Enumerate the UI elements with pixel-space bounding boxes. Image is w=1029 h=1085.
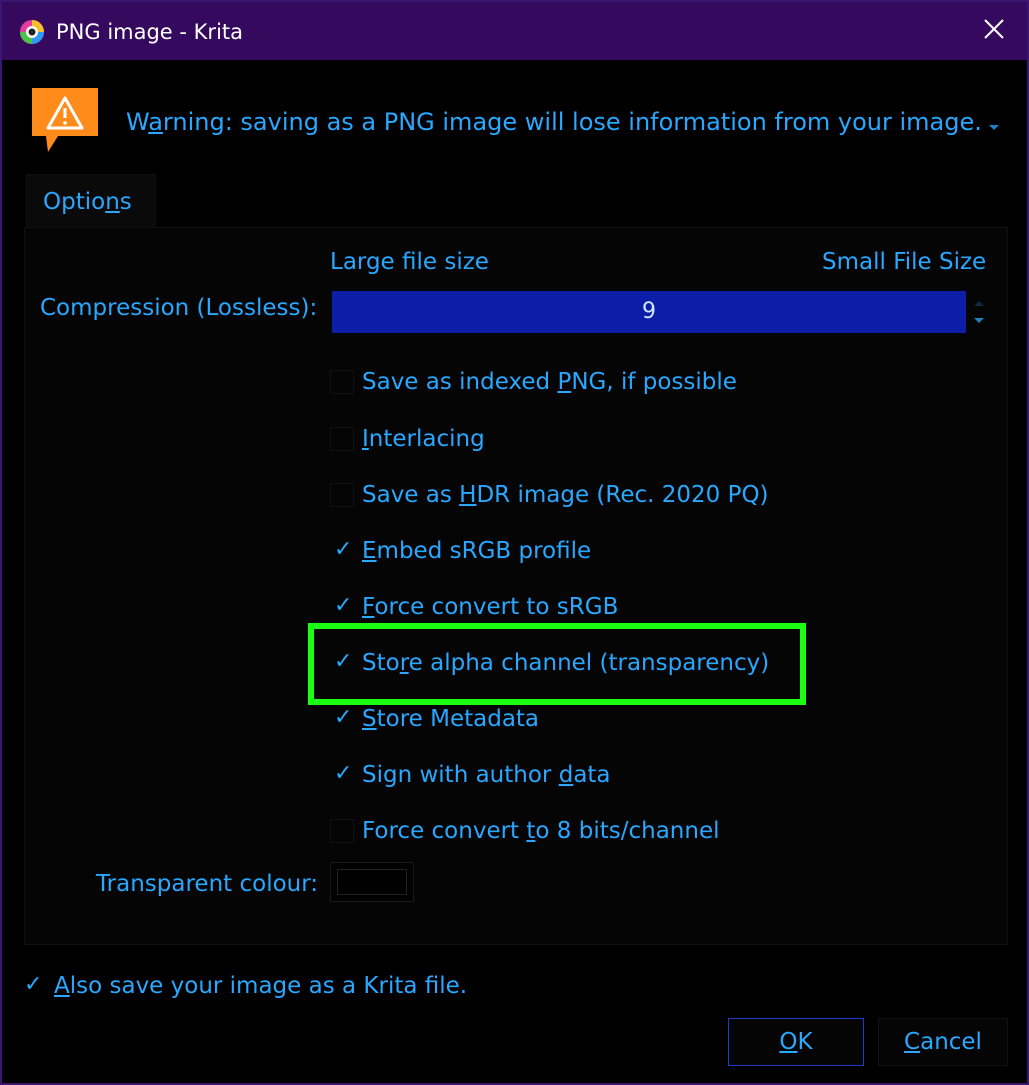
transparent-colour-button[interactable] bbox=[330, 862, 414, 902]
checkbox-label: Save as HDR image (Rec. 2020 PQ) bbox=[362, 482, 769, 508]
checkbox-label: Store Metadata bbox=[362, 706, 540, 732]
highlight-box bbox=[308, 623, 806, 705]
chevron-down-icon[interactable] bbox=[973, 317, 985, 325]
warning-icon bbox=[32, 88, 98, 152]
checkbox-label: Force convert to sRGB bbox=[362, 594, 619, 620]
krita-logo-icon bbox=[20, 20, 44, 44]
chevron-down-icon[interactable] bbox=[988, 124, 1000, 132]
checkbox-label: Interlacing bbox=[362, 426, 485, 452]
ok-button[interactable]: OK bbox=[728, 1018, 864, 1066]
colour-swatch bbox=[337, 869, 407, 895]
check-icon[interactable]: ✓ bbox=[334, 703, 352, 733]
large-file-size-label: Large file size bbox=[330, 249, 489, 275]
warning-message: Warning: saving as a PNG image will lose… bbox=[126, 108, 982, 136]
check-icon[interactable]: ✓ bbox=[334, 535, 352, 565]
checkbox-box[interactable] bbox=[330, 483, 354, 507]
check-icon[interactable]: ✓ bbox=[334, 759, 352, 789]
tab-options[interactable]: Options bbox=[26, 174, 156, 228]
compression-label: Compression (Lossless): bbox=[40, 295, 318, 321]
compression-stepper[interactable] bbox=[968, 291, 990, 333]
checkbox-box[interactable] bbox=[330, 370, 354, 394]
cancel-button[interactable]: Cancel bbox=[878, 1018, 1008, 1066]
check-icon[interactable]: ✓ bbox=[334, 591, 352, 621]
checkbox-label: Embed sRGB profile bbox=[362, 538, 592, 564]
checkbox-box[interactable] bbox=[330, 819, 354, 843]
transparent-colour-label: Transparent colour: bbox=[96, 871, 319, 897]
checkbox-label: Force convert to 8 bits/channel bbox=[362, 818, 720, 844]
tab-options-label: Options bbox=[43, 189, 132, 215]
title-bar: PNG image - Krita bbox=[2, 2, 1027, 60]
window-title: PNG image - Krita bbox=[56, 20, 244, 44]
checkbox-label: Sign with author data bbox=[362, 762, 611, 788]
close-icon[interactable] bbox=[979, 14, 1009, 44]
dialog-window: PNG image - Krita Warning: saving as a P… bbox=[0, 0, 1029, 1085]
check-icon[interactable]: ✓ bbox=[24, 970, 42, 1000]
small-file-size-label: Small File Size bbox=[822, 249, 987, 275]
compression-value: 9 bbox=[642, 299, 656, 324]
compression-slider[interactable]: 9 bbox=[332, 291, 966, 333]
checkbox-box[interactable] bbox=[330, 427, 354, 451]
checkbox-label: Also save your image as a Krita file. bbox=[54, 973, 468, 999]
checkbox-label: Save as indexed PNG, if possible bbox=[362, 369, 737, 395]
chevron-up-icon[interactable] bbox=[973, 299, 985, 307]
